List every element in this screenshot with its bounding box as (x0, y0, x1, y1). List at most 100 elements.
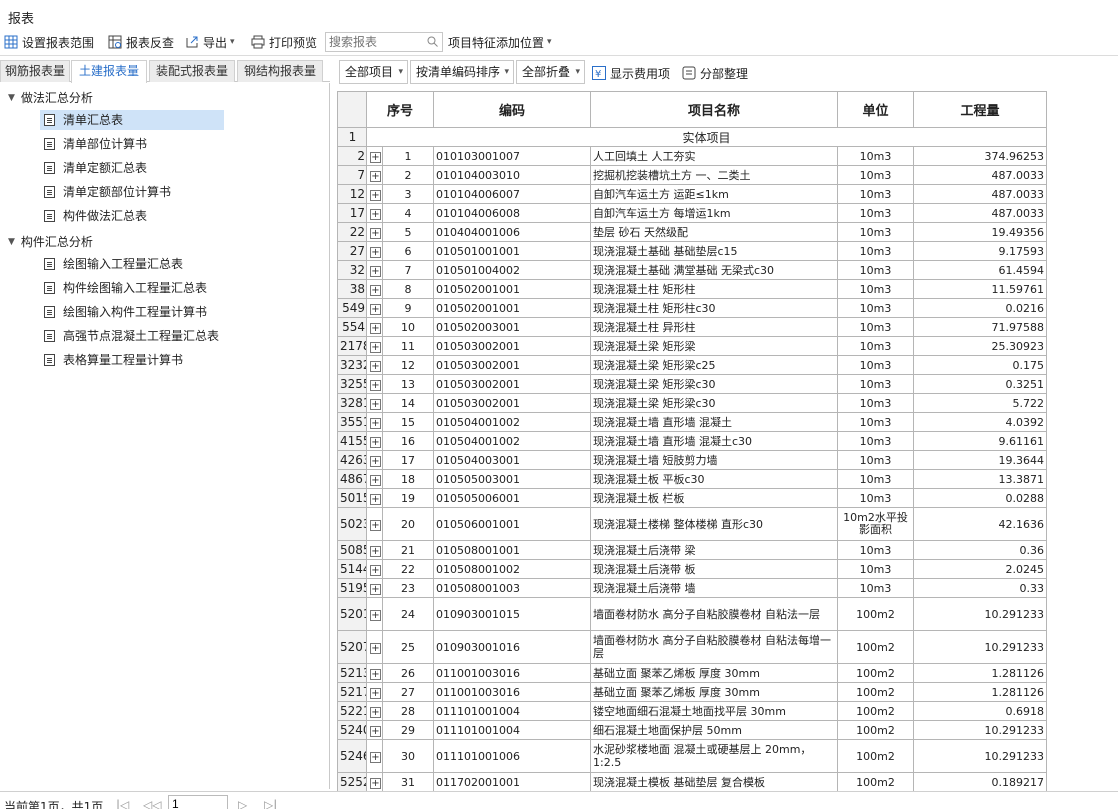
table-row[interactable]: 3232+12010503002001现浇混凝土梁 矩形梁c2510m30.17… (337, 355, 1048, 375)
table-row[interactable]: 5195+23010508001003现浇混凝土后浇带 墙10m30.33 (337, 578, 1048, 598)
plus-icon[interactable]: + (370, 322, 381, 334)
plus-icon[interactable]: + (370, 436, 381, 448)
expand-button[interactable]: + (366, 146, 383, 166)
tree-item-component-method-summary[interactable]: 构件做法汇总表 (40, 206, 151, 226)
expand-button[interactable]: + (366, 222, 383, 242)
expand-button[interactable]: + (366, 488, 383, 508)
tree-item-table-quantity-calc[interactable]: 表格算量工程量计算书 (40, 350, 187, 370)
table-row[interactable]: 5252+31011702001001现浇混凝土模板 基础垫层 复合模板100m… (337, 772, 1048, 792)
tree-item-bill-summary[interactable]: 清单汇总表 (40, 110, 224, 130)
expand-button[interactable]: + (366, 450, 383, 470)
expand-button[interactable]: + (366, 336, 383, 356)
tab-civil[interactable]: 土建报表量 (71, 60, 147, 83)
expand-button[interactable]: + (366, 393, 383, 413)
table-row[interactable]: 2178+11010503002001现浇混凝土梁 矩形梁10m325.3092… (337, 336, 1048, 356)
tree-item-bill-part-calc[interactable]: 清单部位计算书 (40, 134, 151, 154)
last-page-icon[interactable]: ▷| (264, 798, 277, 809)
expand-button[interactable]: + (366, 279, 383, 299)
expand-button[interactable]: + (366, 507, 383, 541)
expand-button[interactable]: + (366, 578, 383, 598)
plus-icon[interactable]: + (370, 170, 381, 182)
plus-icon[interactable]: + (370, 208, 381, 220)
expand-button[interactable]: + (366, 663, 383, 683)
plus-icon[interactable]: + (370, 493, 381, 505)
tree-item-drawing-component-calc[interactable]: 绘图输入构件工程量计算书 (40, 302, 211, 322)
print-preview-button[interactable]: 打印预览 (251, 33, 317, 51)
table-row[interactable]: 3255+13010503002001现浇混凝土梁 矩形梁c3010m30.32… (337, 374, 1048, 394)
expand-button[interactable]: + (366, 739, 383, 773)
plus-icon[interactable]: + (370, 609, 381, 621)
table-row[interactable]: 5246+30011101001006水泥砂浆楼地面 混凝土或硬基层上 20mm… (337, 739, 1048, 773)
all-items-dropdown[interactable]: 全部项目 ▾ (339, 60, 408, 84)
page-number-input[interactable] (168, 795, 228, 809)
expand-button[interactable]: + (366, 298, 383, 318)
plus-icon[interactable]: + (370, 564, 381, 576)
table-row[interactable]: 3551+15010504001002现浇混凝土墙 直形墙 混凝土10m34.0… (337, 412, 1048, 432)
report-search-input[interactable] (326, 33, 424, 51)
expand-button[interactable]: + (366, 260, 383, 280)
name-header[interactable]: 项目名称 (590, 91, 839, 128)
expand-button[interactable]: + (366, 374, 383, 394)
expand-button[interactable]: + (366, 165, 383, 185)
plus-icon[interactable]: + (370, 455, 381, 467)
tree-item-bill-quota-part-calc[interactable]: 清单定额部位计算书 (40, 182, 175, 202)
table-row[interactable]: 5201+24010903001015墙面卷材防水 高分子自粘胶膜卷材 自粘法一… (337, 597, 1048, 631)
plus-icon[interactable]: + (370, 360, 381, 372)
expand-arrow-icon[interactable]: ▼ (8, 89, 15, 107)
tree-item-high-strength-node-summary[interactable]: 高强节点混凝土工程量汇总表 (40, 326, 223, 346)
plus-icon[interactable]: + (370, 474, 381, 486)
table-row[interactable]: 549 +9 010502001001 现浇混凝土柱 矩形柱c30 10m3 0.0216 (337, 298, 1048, 318)
plus-icon[interactable]: + (370, 706, 381, 718)
expand-button[interactable]: + (366, 682, 383, 702)
tree-item-bill-quota-summary[interactable]: 清单定额汇总表 (40, 158, 151, 178)
expand-button[interactable]: + (366, 469, 383, 489)
expand-button[interactable]: + (366, 559, 383, 579)
tree-item-drawing-quantity-summary[interactable]: 绘图输入工程量汇总表 (40, 254, 187, 274)
table-row[interactable]: 5240+29011101001004细石混凝土地面保护层 50mm100m21… (337, 720, 1048, 740)
tree-group-method-summary[interactable]: ▼ 做法汇总分析 (8, 89, 93, 107)
show-fee-button[interactable]: ¥ 显示费用项 (592, 64, 670, 82)
plus-icon[interactable]: + (370, 341, 381, 353)
table-row[interactable]: 5213+26011001003016基础立面 聚苯乙烯板 厚度 30mm100… (337, 663, 1048, 683)
plus-icon[interactable]: + (370, 284, 381, 296)
plus-icon[interactable]: + (370, 687, 381, 699)
sort-dropdown[interactable]: 按清单编码排序 ▾ (410, 60, 514, 84)
plus-icon[interactable]: + (370, 303, 381, 315)
table-row[interactable]: 4155+16010504001002现浇混凝土墙 直形墙 混凝土c3010m3… (337, 431, 1048, 451)
expand-button[interactable]: + (366, 772, 383, 792)
table-row[interactable]: 12 +3 010104006007 自卸汽车运土方 运距≤1km 10m3 487.00… (337, 184, 1048, 204)
expand-button[interactable]: + (366, 355, 383, 375)
plus-icon[interactable]: + (370, 642, 381, 654)
table-row[interactable]: 3281+14010503002001现浇混凝土梁 矩形梁c3010m35.72… (337, 393, 1048, 413)
expand-button[interactable]: + (366, 431, 383, 451)
expand-arrow-icon[interactable]: ▼ (8, 233, 15, 251)
tab-rebar[interactable]: 钢筋报表量 (0, 60, 70, 82)
plus-icon[interactable]: + (370, 227, 381, 239)
table-row[interactable]: 32 +7 010501004002 现浇混凝土基础 满堂基础 无梁式c30 10m3 6… (337, 260, 1048, 280)
feature-position-dropdown[interactable]: 项目特征添加位置 ▾ (448, 33, 552, 51)
expand-button[interactable]: + (366, 597, 383, 631)
table-row[interactable]: 4263+17010504003001现浇混凝土墙 短肢剪力墙10m319.36… (337, 450, 1048, 470)
unit-header[interactable]: 单位 (837, 91, 915, 128)
table-row[interactable]: 5221+28011101001004镂空地面细石混凝土地面找平层 30mm10… (337, 701, 1048, 721)
plus-icon[interactable]: + (370, 583, 381, 595)
export-button[interactable]: 导出 ▾ (185, 33, 235, 51)
code-header[interactable]: 编码 (433, 91, 592, 128)
table-row[interactable]: 4867+18010505003001现浇混凝土板 平板c3010m313.38… (337, 469, 1048, 489)
table-row[interactable]: 5217+27011001003016基础立面 聚苯乙烯板 厚度 30mm100… (337, 682, 1048, 702)
next-page-icon[interactable]: ▷ (238, 798, 247, 809)
plus-icon[interactable]: + (370, 545, 381, 557)
table-row[interactable]: 5015+19010505006001现浇混凝土板 栏板10m30.0288 (337, 488, 1048, 508)
table-row[interactable]: 5085+21010508001001现浇混凝土后浇带 梁10m30.36 (337, 540, 1048, 560)
plus-icon[interactable]: + (370, 379, 381, 391)
expand-button[interactable]: + (366, 412, 383, 432)
plus-icon[interactable]: + (370, 751, 381, 763)
expand-button[interactable]: + (366, 701, 383, 721)
expand-button[interactable]: + (366, 317, 383, 337)
fold-dropdown[interactable]: 全部折叠 ▾ (516, 60, 585, 84)
first-page-icon[interactable]: |◁ (116, 798, 129, 809)
expand-button[interactable]: + (366, 203, 383, 223)
plus-icon[interactable]: + (370, 777, 381, 789)
tree-item-component-drawing-summary[interactable]: 构件绘图输入工程量汇总表 (40, 278, 211, 298)
set-range-button[interactable]: 设置报表范围 (4, 33, 94, 51)
